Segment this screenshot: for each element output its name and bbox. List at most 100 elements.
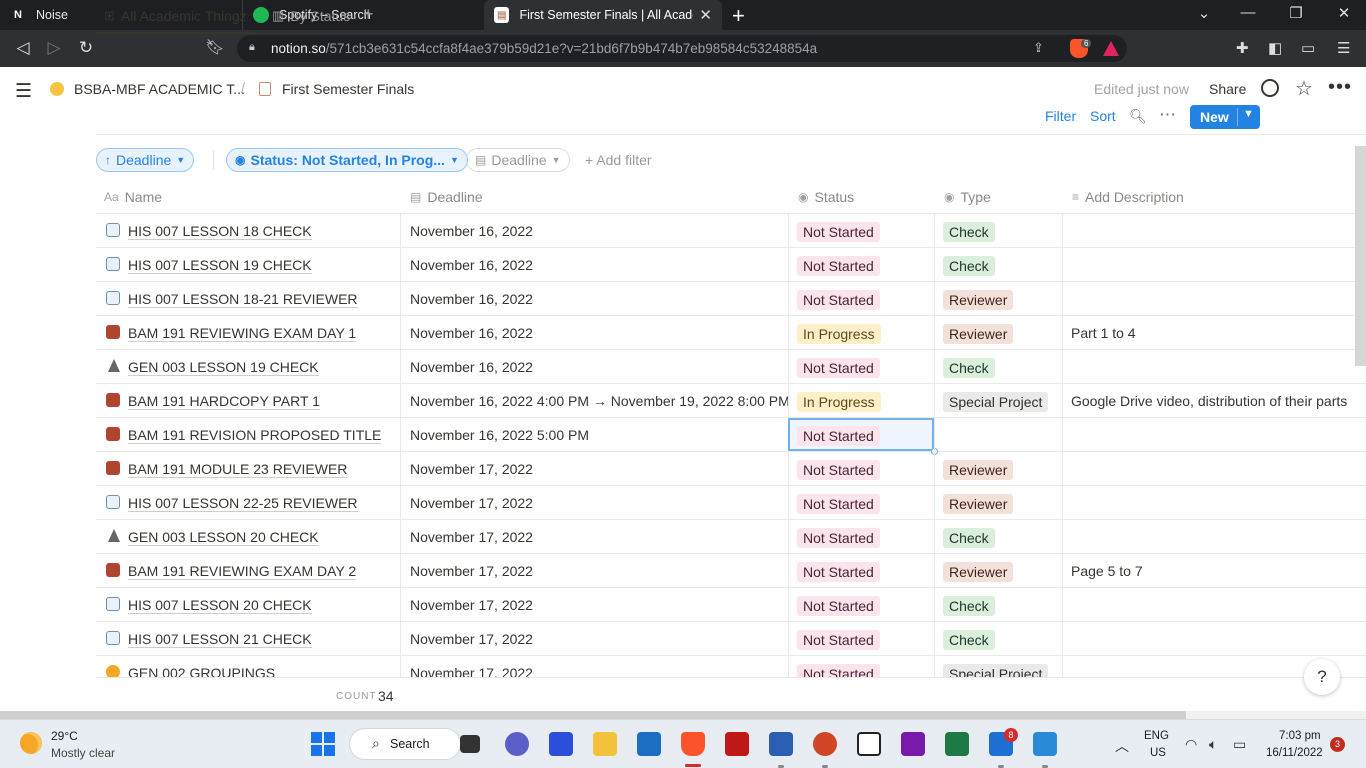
onenote-icon[interactable]	[901, 732, 925, 756]
name-cell[interactable]: GEN 003 LESSON 19 CHECK	[96, 350, 400, 383]
description-cell[interactable]	[1062, 282, 1366, 315]
table-row[interactable]: GEN 003 LESSON 20 CHECK November 17, 2022…	[96, 520, 1366, 554]
word-icon[interactable]	[769, 732, 793, 756]
tab-by-status[interactable]: ▥ By Status	[272, 8, 350, 24]
type-cell[interactable]	[934, 418, 1062, 451]
column-header-description[interactable]: ≡ Add Description	[1072, 189, 1184, 205]
table-row[interactable]: BAM 191 REVISION PROPOSED TITLE November …	[96, 418, 1366, 455]
sort-button[interactable]: Sort	[1090, 108, 1116, 124]
chevron-up-icon[interactable]: ︿	[1115, 736, 1129, 756]
hamburger-icon[interactable]: ☰	[15, 80, 32, 103]
table-row[interactable]: BAM 191 REVIEWING EXAM DAY 2 November 17,…	[96, 554, 1366, 588]
name-cell[interactable]: BAM 191 REVIEWING EXAM DAY 2	[96, 554, 400, 587]
description-cell[interactable]: Part 1 to 4	[1062, 316, 1366, 349]
chevron-down-icon[interactable]: ▼	[1243, 108, 1254, 120]
notepad-icon[interactable]	[1033, 732, 1057, 756]
table-row[interactable]: HIS 007 LESSON 20 CHECK November 17, 2022…	[96, 588, 1366, 622]
file-explorer-icon[interactable]	[593, 732, 617, 756]
type-cell[interactable]: Check	[934, 622, 1062, 655]
row-name[interactable]: HIS 007 LESSON 20 CHECK	[128, 597, 312, 614]
row-name[interactable]: BAM 191 HARDCOPY PART 1	[128, 393, 320, 410]
more-options-icon[interactable]: ⋯	[1159, 105, 1176, 125]
status-cell[interactable]: Not Started	[788, 214, 934, 247]
table-row[interactable]: BAM 191 REVIEWING EXAM DAY 1 November 16,…	[96, 316, 1366, 350]
description-cell[interactable]	[1062, 214, 1366, 247]
description-cell[interactable]: Google Drive video, distribution of thei…	[1062, 384, 1366, 417]
minimize-button[interactable]: —	[1233, 4, 1263, 21]
row-name[interactable]: GEN 003 LESSON 20 CHECK	[128, 529, 319, 546]
wallet-icon[interactable]: ▭	[1301, 39, 1315, 57]
description-cell[interactable]	[1062, 418, 1366, 451]
description-cell[interactable]	[1062, 520, 1366, 553]
column-header-type[interactable]: ◉ Type	[944, 189, 991, 205]
table-row[interactable]: GEN 003 LESSON 19 CHECK November 16, 2022…	[96, 350, 1366, 384]
name-cell[interactable]: GEN 002 GROUPINGS	[96, 656, 400, 677]
status-cell[interactable]: Not Started	[788, 452, 934, 485]
status-cell[interactable]: Not Started	[788, 282, 934, 315]
deadline-filter-chip[interactable]: ▤ Deadline ▼	[466, 148, 570, 172]
menu-icon[interactable]: ☰	[1337, 39, 1350, 57]
notification-badge[interactable]: 3	[1330, 737, 1345, 752]
name-cell[interactable]: HIS 007 LESSON 18-21 REVIEWER	[96, 282, 400, 315]
mcafee-icon[interactable]	[725, 732, 749, 756]
add-view-button[interactable]: +	[363, 4, 374, 25]
excel-icon[interactable]	[945, 732, 969, 756]
deadline-cell[interactable]: November 17, 2022	[400, 588, 788, 621]
deadline-cell[interactable]: November 17, 2022	[400, 486, 788, 519]
extensions-icon[interactable]: ✚	[1236, 39, 1249, 57]
status-cell[interactable]: Not Started	[788, 350, 934, 383]
row-name[interactable]: HIS 007 LESSON 18-21 REVIEWER	[128, 291, 358, 308]
table-row[interactable]: BAM 191 MODULE 23 REVIEWER November 17, 2…	[96, 452, 1366, 486]
status-cell[interactable]: Not Started	[788, 656, 934, 677]
description-cell[interactable]	[1062, 588, 1366, 621]
store-icon[interactable]	[637, 732, 661, 756]
row-name[interactable]: HIS 007 LESSON 19 CHECK	[128, 257, 312, 274]
close-window-button[interactable]: ✕	[1329, 4, 1359, 22]
type-cell[interactable]: Check	[934, 350, 1062, 383]
name-cell[interactable]: BAM 191 REVISION PROPOSED TITLE	[96, 418, 400, 451]
row-name[interactable]: BAM 191 REVIEWING EXAM DAY 2	[128, 563, 357, 580]
deadline-cell[interactable]: November 17, 2022	[400, 554, 788, 587]
new-tab-button[interactable]: +	[732, 3, 745, 29]
type-cell[interactable]: Reviewer	[934, 554, 1062, 587]
help-button[interactable]: ?	[1304, 659, 1340, 695]
brave-rewards-icon[interactable]	[1103, 41, 1119, 56]
column-header-status[interactable]: ◉ Status	[798, 189, 854, 205]
share-button[interactable]: Share	[1209, 81, 1246, 97]
name-cell[interactable]: GEN 003 LESSON 20 CHECK	[96, 520, 400, 553]
name-cell[interactable]: HIS 007 LESSON 21 CHECK	[96, 622, 400, 655]
type-cell[interactable]: Check	[934, 248, 1062, 281]
name-cell[interactable]: HIS 007 LESSON 20 CHECK	[96, 588, 400, 621]
status-cell[interactable]: Not Started	[788, 622, 934, 655]
close-tab-icon[interactable]: ✕	[699, 6, 712, 24]
table-row[interactable]: HIS 007 LESSON 22-25 REVIEWER November 17…	[96, 486, 1366, 520]
url-bar[interactable]: 🔒︎ notion.so/571cb3e631c54ccfa8f4ae379b5…	[237, 35, 1127, 62]
clock-icon[interactable]	[1261, 79, 1279, 97]
table-row[interactable]: HIS 007 LESSON 21 CHECK November 17, 2022…	[96, 622, 1366, 656]
deadline-cell[interactable]: November 16, 2022 5:00 PM	[400, 418, 788, 451]
type-cell[interactable]: Special Project	[934, 384, 1062, 417]
tab-list-chevron-icon[interactable]: ⌄	[1189, 4, 1219, 22]
clock-time[interactable]: 7:03 pm	[1279, 730, 1321, 742]
tab-all-academic-thingz[interactable]: ⊞ All Academic Thingz	[96, 8, 255, 34]
reload-button[interactable]: ↻	[75, 38, 97, 58]
weather-icon[interactable]	[20, 732, 42, 754]
powerpoint-icon[interactable]	[813, 732, 837, 756]
type-cell[interactable]: Reviewer	[934, 486, 1062, 519]
clock-date[interactable]: 16/11/2022	[1266, 747, 1323, 759]
table-row[interactable]: HIS 007 LESSON 18-21 REVIEWER November 16…	[96, 282, 1366, 316]
name-cell[interactable]: BAM 191 MODULE 23 REVIEWER	[96, 452, 400, 485]
status-cell[interactable]: Not Started	[788, 520, 934, 553]
start-button[interactable]	[311, 732, 335, 756]
deadline-cell[interactable]: November 16, 2022	[400, 282, 788, 315]
deadline-cell[interactable]: November 17, 2022	[400, 622, 788, 655]
type-cell[interactable]: Special Project	[934, 656, 1062, 677]
meet-icon[interactable]	[505, 732, 529, 756]
status-cell[interactable]: Not Started	[788, 554, 934, 587]
column-header-name[interactable]: Aa Name	[104, 189, 162, 205]
description-cell[interactable]	[1062, 452, 1366, 485]
status-cell[interactable]: In Progress	[788, 316, 934, 349]
name-cell[interactable]: HIS 007 LESSON 19 CHECK	[96, 248, 400, 281]
deadline-cell[interactable]: November 16, 2022	[400, 248, 788, 281]
deadline-cell[interactable]: November 17, 2022	[400, 520, 788, 553]
